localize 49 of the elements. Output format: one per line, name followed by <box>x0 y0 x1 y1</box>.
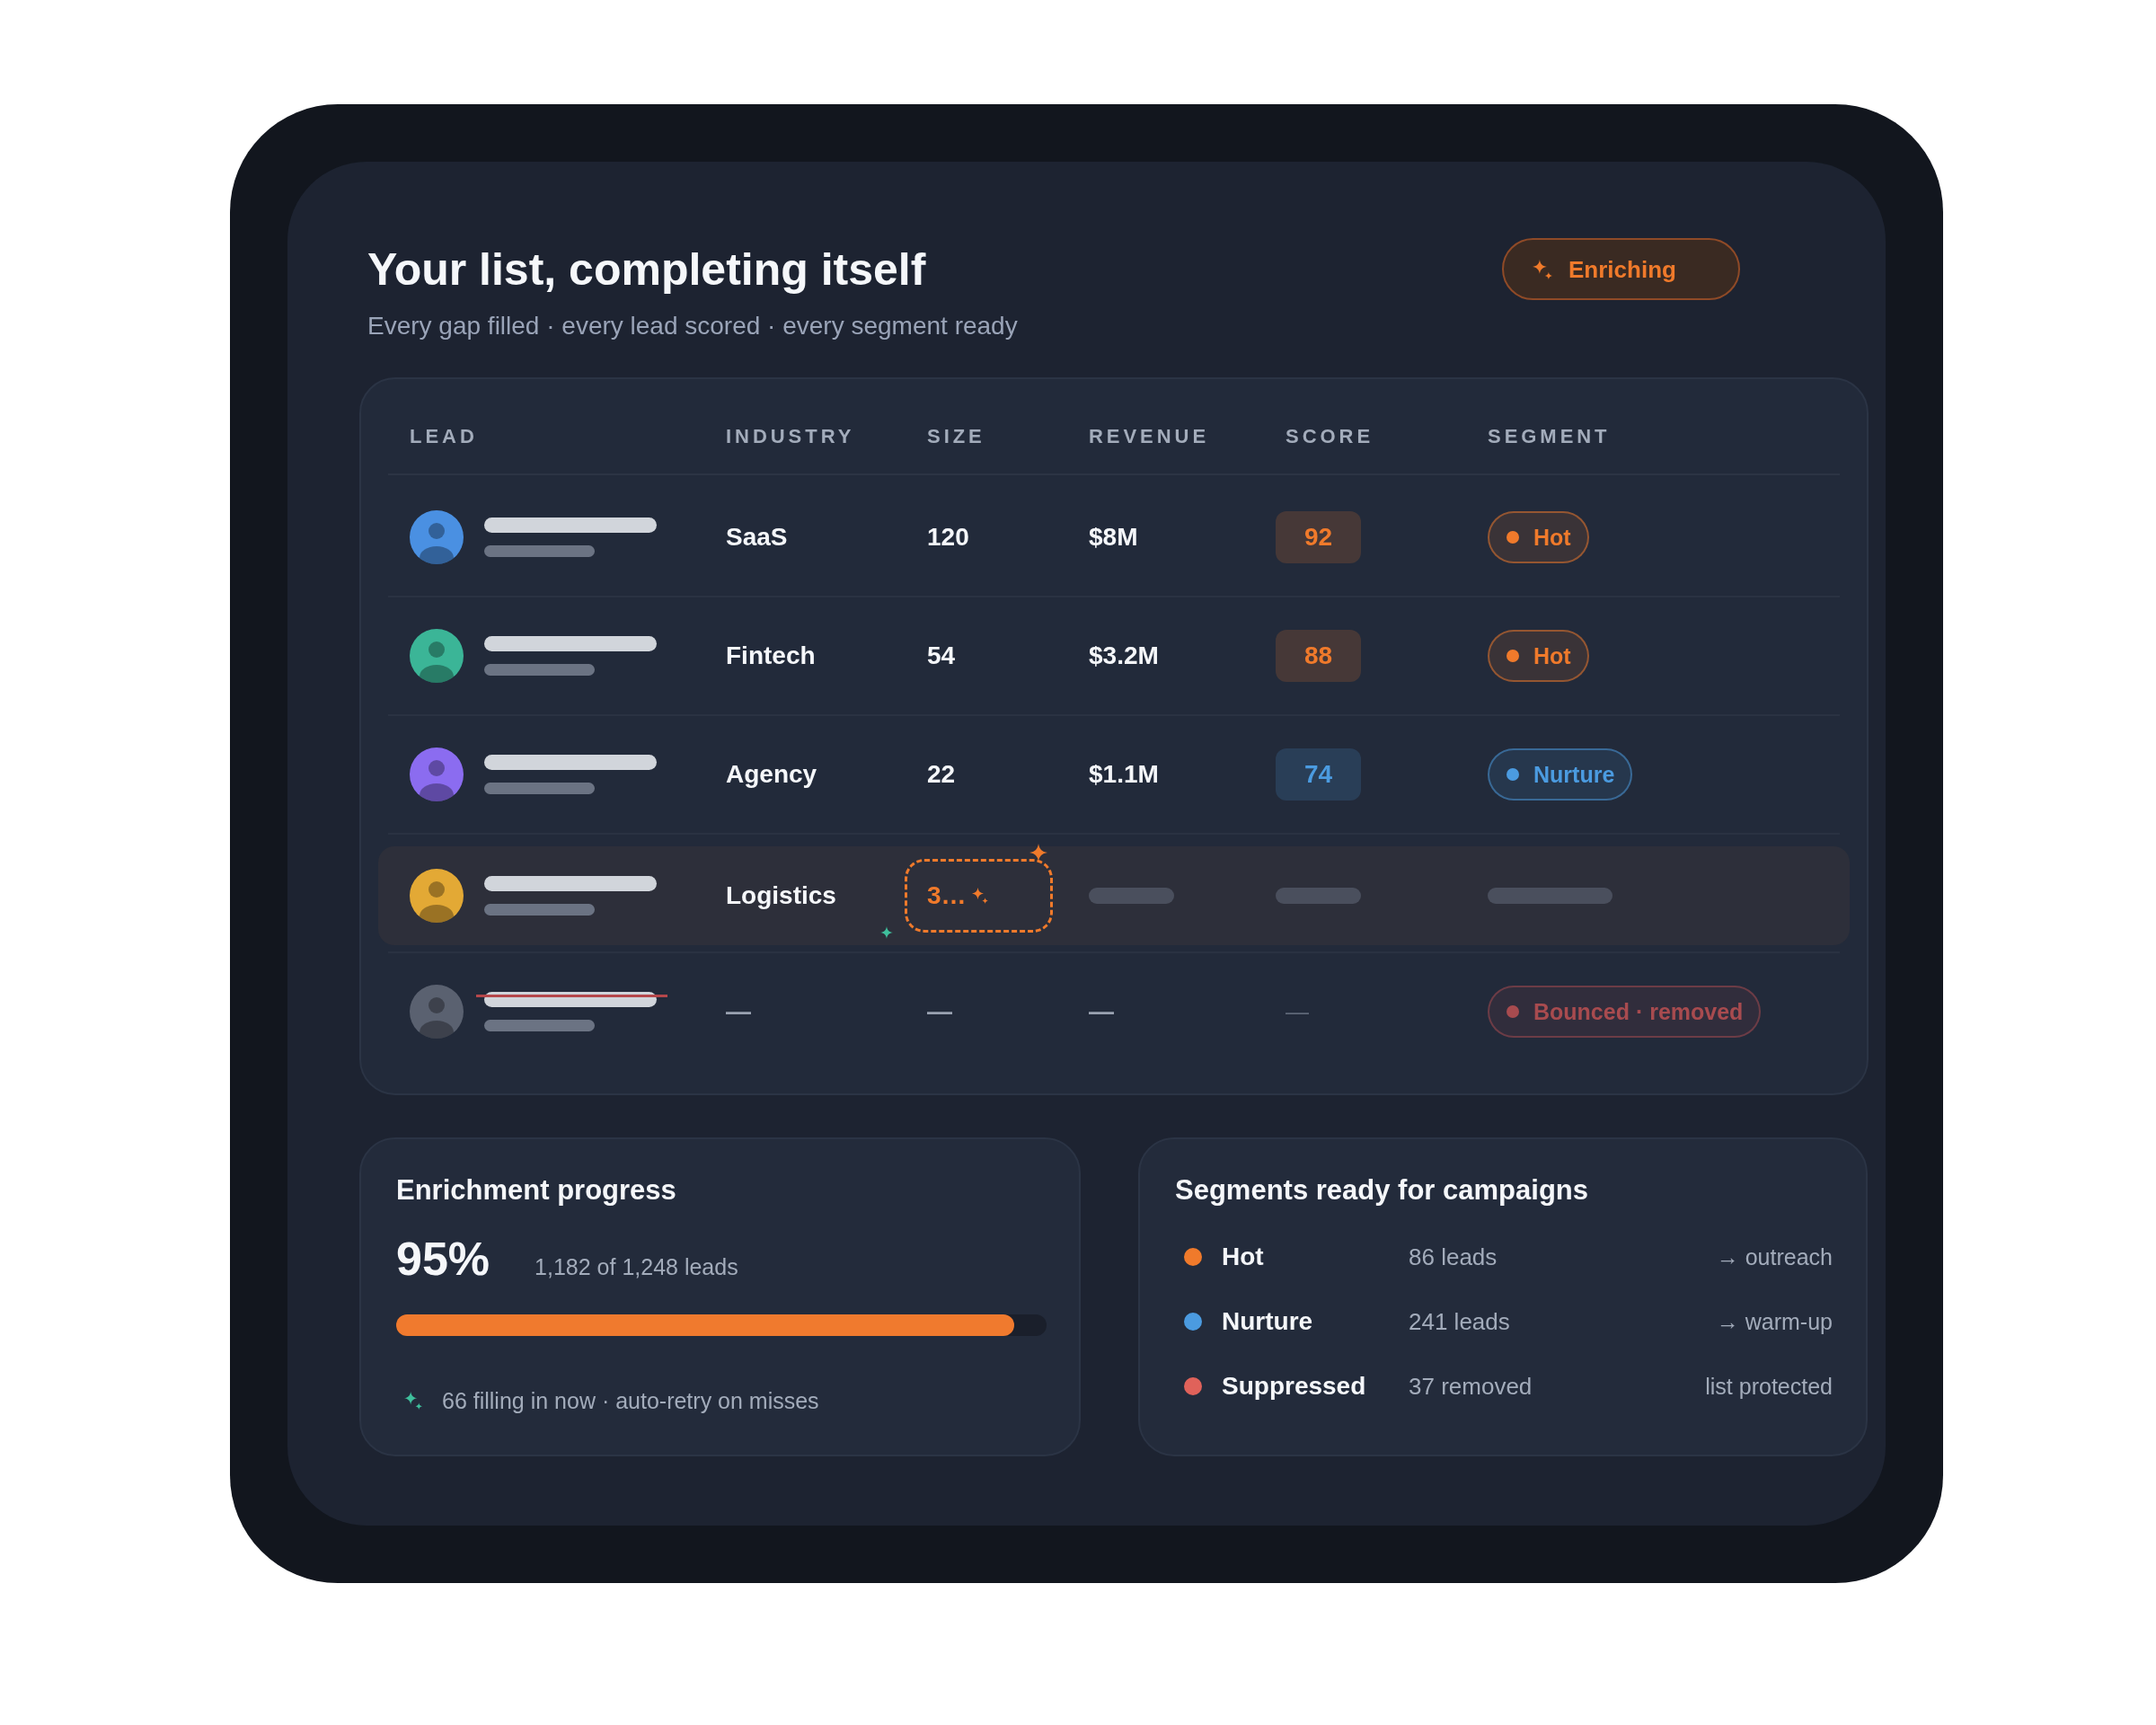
card-title: Enrichment progress <box>396 1174 676 1207</box>
sparkle-icon <box>880 926 893 939</box>
column-header: INDUSTRY <box>726 425 855 447</box>
dash-text: — <box>927 997 952 1025</box>
progress-note: 66 filling in now · auto-retry on misses <box>442 1387 819 1415</box>
page-title: Your list, completing itself <box>367 243 926 296</box>
column-header: SIZE <box>927 425 985 447</box>
segment-count: 86 leads <box>1409 1243 1498 1271</box>
segment-count: 241 leads <box>1409 1307 1510 1336</box>
revenue-text: $8M <box>1089 523 1138 551</box>
industry-text: Agency <box>726 760 817 788</box>
sparkle-icon <box>1533 259 1552 279</box>
status-label: Enriching <box>1568 254 1676 284</box>
segment-action: → warm-up <box>1716 1308 1833 1335</box>
segment-name: Suppressed <box>1222 1372 1366 1400</box>
segment-action: list protected <box>1705 1373 1833 1400</box>
dash-text: — <box>726 997 751 1025</box>
segment-action: → outreach <box>1716 1243 1833 1270</box>
column-header: LEAD <box>410 425 478 447</box>
score-badge: 74 <box>1276 748 1361 801</box>
segment-label: Hot <box>1533 524 1571 551</box>
dash-text: — <box>1089 997 1114 1025</box>
sparkle-icon <box>404 1392 422 1410</box>
column-header: SEGMENT <box>1488 425 1611 447</box>
segment-name: Nurture <box>1222 1307 1313 1335</box>
segment-label: Bounced · removed <box>1533 998 1744 1025</box>
size-text: 22 <box>927 760 956 788</box>
size-text: 54 <box>927 641 956 669</box>
column-header: SCORE <box>1286 425 1374 447</box>
card-title: Segments ready for campaigns <box>1175 1174 1588 1207</box>
score-badge: 88 <box>1276 630 1361 682</box>
revenue-text: $3.2M <box>1089 641 1159 669</box>
page-subtitle: Every gap filled · every lead scored · every segment ready <box>367 311 1018 341</box>
percent-text: 95% <box>396 1232 490 1286</box>
column-header: REVENUE <box>1089 425 1210 447</box>
revenue-text: $1.1M <box>1089 760 1159 788</box>
segment-label: Nurture <box>1533 761 1615 788</box>
segment-label: Hot <box>1533 642 1571 669</box>
score-badge: 92 <box>1276 511 1361 563</box>
industry-text: Fintech <box>726 641 816 669</box>
sparkle-icon <box>971 888 988 904</box>
segment-name: Hot <box>1222 1243 1264 1270</box>
size-text: 120 <box>927 523 969 551</box>
size-text: 3… <box>927 880 967 911</box>
industry-text: Logistics <box>726 881 836 909</box>
industry-text: SaaS <box>726 523 788 551</box>
segment-count: 37 removed <box>1409 1372 1533 1401</box>
dash-text: — <box>1286 997 1309 1025</box>
lead-count-text: 1,182 of 1,248 leads <box>535 1253 738 1280</box>
